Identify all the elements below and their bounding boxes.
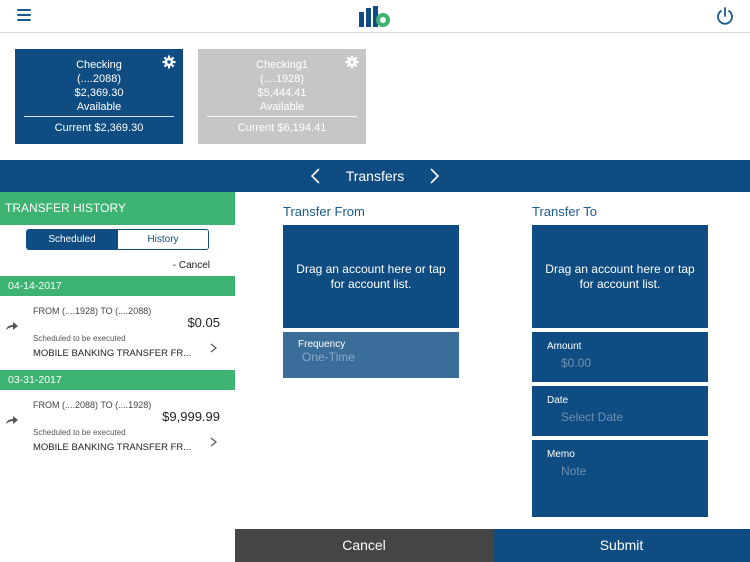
available-amount: $2,369.30: [74, 87, 124, 99]
chevron-right-icon[interactable]: [427, 168, 441, 184]
transfer-history-panel: TRANSFER HISTORY Scheduled History - Can…: [0, 192, 235, 562]
current-balance: Current $6,194.41: [237, 122, 327, 134]
transfer-form: Transfer From Transfer To Drag an accoun…: [235, 192, 750, 562]
date-input[interactable]: Select Date: [561, 410, 623, 424]
drop-zone-text: Drag an account here or tap for account …: [545, 261, 695, 291]
memo-field[interactable]: Memo Note: [532, 440, 708, 517]
transfer-status: Scheduled to be executed: [33, 334, 126, 343]
transfer-from-title: Transfer From: [283, 204, 365, 219]
transfer-from-drop-zone[interactable]: Drag an account here or tap for account …: [283, 225, 459, 328]
hamburger-menu-icon[interactable]: [17, 9, 31, 21]
available-amount: $5,444.41: [257, 87, 307, 99]
date-header: 04-14-2017: [0, 276, 235, 296]
amount-label: Amount: [547, 341, 582, 352]
from-to-accounts: FROM (....1928) TO (....2088): [33, 306, 152, 316]
drop-zone-text: Drag an account here or tap for account …: [296, 261, 446, 291]
from-to-accounts: FROM (....2088) TO (....1928): [33, 400, 152, 410]
bank-logo-icon: [359, 6, 390, 27]
date-label: Date: [547, 395, 569, 406]
memo-input[interactable]: Note: [561, 464, 586, 478]
date-header: 03-31-2017: [0, 370, 235, 390]
submit-button[interactable]: Submit: [493, 529, 750, 562]
account-card-checking[interactable]: Checking (....2088) $2,369.30 Available …: [15, 49, 183, 144]
gear-icon[interactable]: [345, 55, 359, 69]
tab-scheduled[interactable]: Scheduled: [27, 230, 117, 249]
frequency-value: One-Time: [302, 350, 355, 364]
forward-arrow-icon: [6, 322, 18, 330]
transfer-to-drop-zone[interactable]: Drag an account here or tap for account …: [532, 225, 708, 328]
available-label: Available: [259, 101, 305, 113]
transfer-amount: $0.05: [187, 315, 220, 330]
frequency-label: Frequency: [298, 339, 346, 350]
forward-arrow-icon: [6, 416, 18, 424]
divider: [207, 116, 357, 117]
power-icon[interactable]: [715, 6, 735, 26]
account-name: Checking: [76, 59, 122, 71]
current-balance: Current $2,369.30: [54, 122, 144, 134]
divider: [24, 116, 174, 117]
account-card-checking1[interactable]: Checking1 (....1928) $5,444.41 Available…: [198, 49, 366, 144]
transfer-row[interactable]: FROM (....1928) TO (....2088) $0.05 Sche…: [0, 297, 235, 367]
account-name: Checking1: [256, 59, 308, 71]
history-segmented-control: Scheduled History: [26, 229, 209, 250]
amount-field[interactable]: Amount $0.00: [532, 332, 708, 382]
chevron-right-icon: [210, 343, 217, 353]
page-title: Transfers: [345, 168, 405, 184]
memo-label: Memo: [547, 449, 575, 460]
available-label: Available: [76, 101, 122, 113]
cancel-button[interactable]: Cancel: [235, 529, 493, 562]
account-number: (....1928): [259, 73, 305, 85]
cancel-link[interactable]: - Cancel: [173, 260, 210, 271]
transfer-amount: $9,999.99: [162, 409, 220, 424]
frequency-field[interactable]: Frequency One-Time: [283, 332, 459, 378]
tab-history[interactable]: History: [117, 230, 208, 249]
transfer-memo: MOBILE BANKING TRANSFER FR...: [33, 348, 192, 359]
top-bar: [0, 0, 750, 33]
history-header: TRANSFER HISTORY: [0, 192, 235, 225]
transfers-nav-bar: Transfers: [0, 160, 750, 192]
transfer-to-title: Transfer To: [532, 204, 598, 219]
transfer-memo: MOBILE BANKING TRANSFER FR...: [33, 442, 192, 453]
amount-input[interactable]: $0.00: [561, 356, 591, 370]
account-number: (....2088): [76, 73, 122, 85]
chevron-right-icon: [210, 437, 217, 447]
transfer-row[interactable]: FROM (....2088) TO (....1928) $9,999.99 …: [0, 391, 235, 461]
gear-icon[interactable]: [162, 55, 176, 69]
transfer-status: Scheduled to be executed: [33, 428, 126, 437]
date-field[interactable]: Date Select Date: [532, 386, 708, 436]
